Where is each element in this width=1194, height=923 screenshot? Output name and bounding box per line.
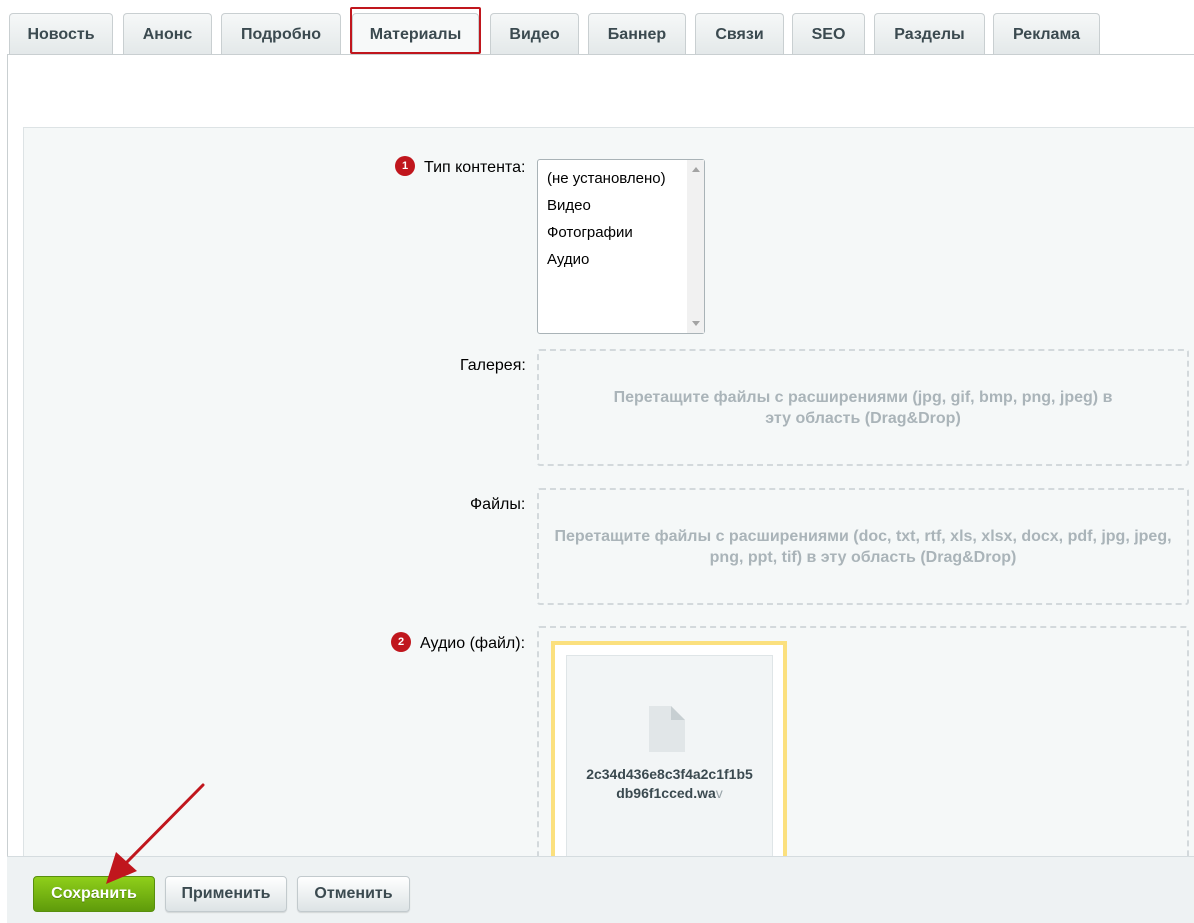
content-type-option-video[interactable]: Видео [547, 197, 591, 214]
content-type-label: Тип контента: [424, 159, 526, 176]
content-type-option-photos[interactable]: Фотографии [547, 224, 633, 241]
tab-materials[interactable]: Материалы [352, 13, 479, 55]
tab-links[interactable]: Связи [695, 13, 784, 55]
tab-seo[interactable]: SEO [792, 13, 865, 55]
scroll-up-icon[interactable] [692, 167, 700, 172]
files-label: Файлы: [470, 496, 526, 513]
audio-label: Аудио (файл): [420, 635, 526, 652]
scroll-down-icon[interactable] [692, 321, 700, 326]
gallery-label: Галерея: [460, 357, 526, 374]
files-dropzone-text: Перетащите файлы с расширениями (doc, tx… [554, 527, 1172, 566]
audio-file-name-ext: v [715, 785, 723, 801]
tab-banner[interactable]: Баннер [588, 13, 686, 55]
tab-announce[interactable]: Анонс [123, 13, 212, 55]
files-dropzone[interactable]: Перетащите файлы с расширениями (doc, tx… [537, 488, 1189, 605]
gallery-dropzone[interactable]: Перетащите файлы с расширениями (jpg, gi… [537, 349, 1189, 466]
gallery-dropzone-text: Перетащите файлы с расширениями (jpg, gi… [613, 388, 1113, 427]
file-icon [649, 706, 685, 752]
tab-ads[interactable]: Реклама [993, 13, 1100, 55]
audio-file-name-line2: db96f1cced.wa [616, 785, 716, 801]
content-type-select[interactable]: (не установлено) Видео Фотографии Аудио [537, 159, 705, 334]
tab-video[interactable]: Видео [490, 13, 579, 55]
cancel-button[interactable]: Отменить [297, 876, 410, 912]
audio-file-name: 2c34d436e8c3f4a2c1f1b5 db96f1cced.wav [566, 765, 773, 803]
save-button[interactable]: Сохранить [33, 876, 155, 912]
tab-sections[interactable]: Разделы [874, 13, 985, 55]
content-type-option-none[interactable]: (не установлено) [547, 170, 666, 187]
listbox-scrollbar[interactable] [687, 160, 704, 333]
apply-button[interactable]: Применить [165, 876, 287, 912]
audio-file-name-line1: 2c34d436e8c3f4a2c1f1b5 [586, 766, 753, 782]
tab-news[interactable]: Новость [9, 13, 113, 55]
step-badge-1: 1 [395, 156, 415, 176]
content-type-option-audio[interactable]: Аудио [547, 251, 589, 268]
tab-details[interactable]: Подробно [221, 13, 341, 55]
step-badge-2: 2 [391, 632, 411, 652]
